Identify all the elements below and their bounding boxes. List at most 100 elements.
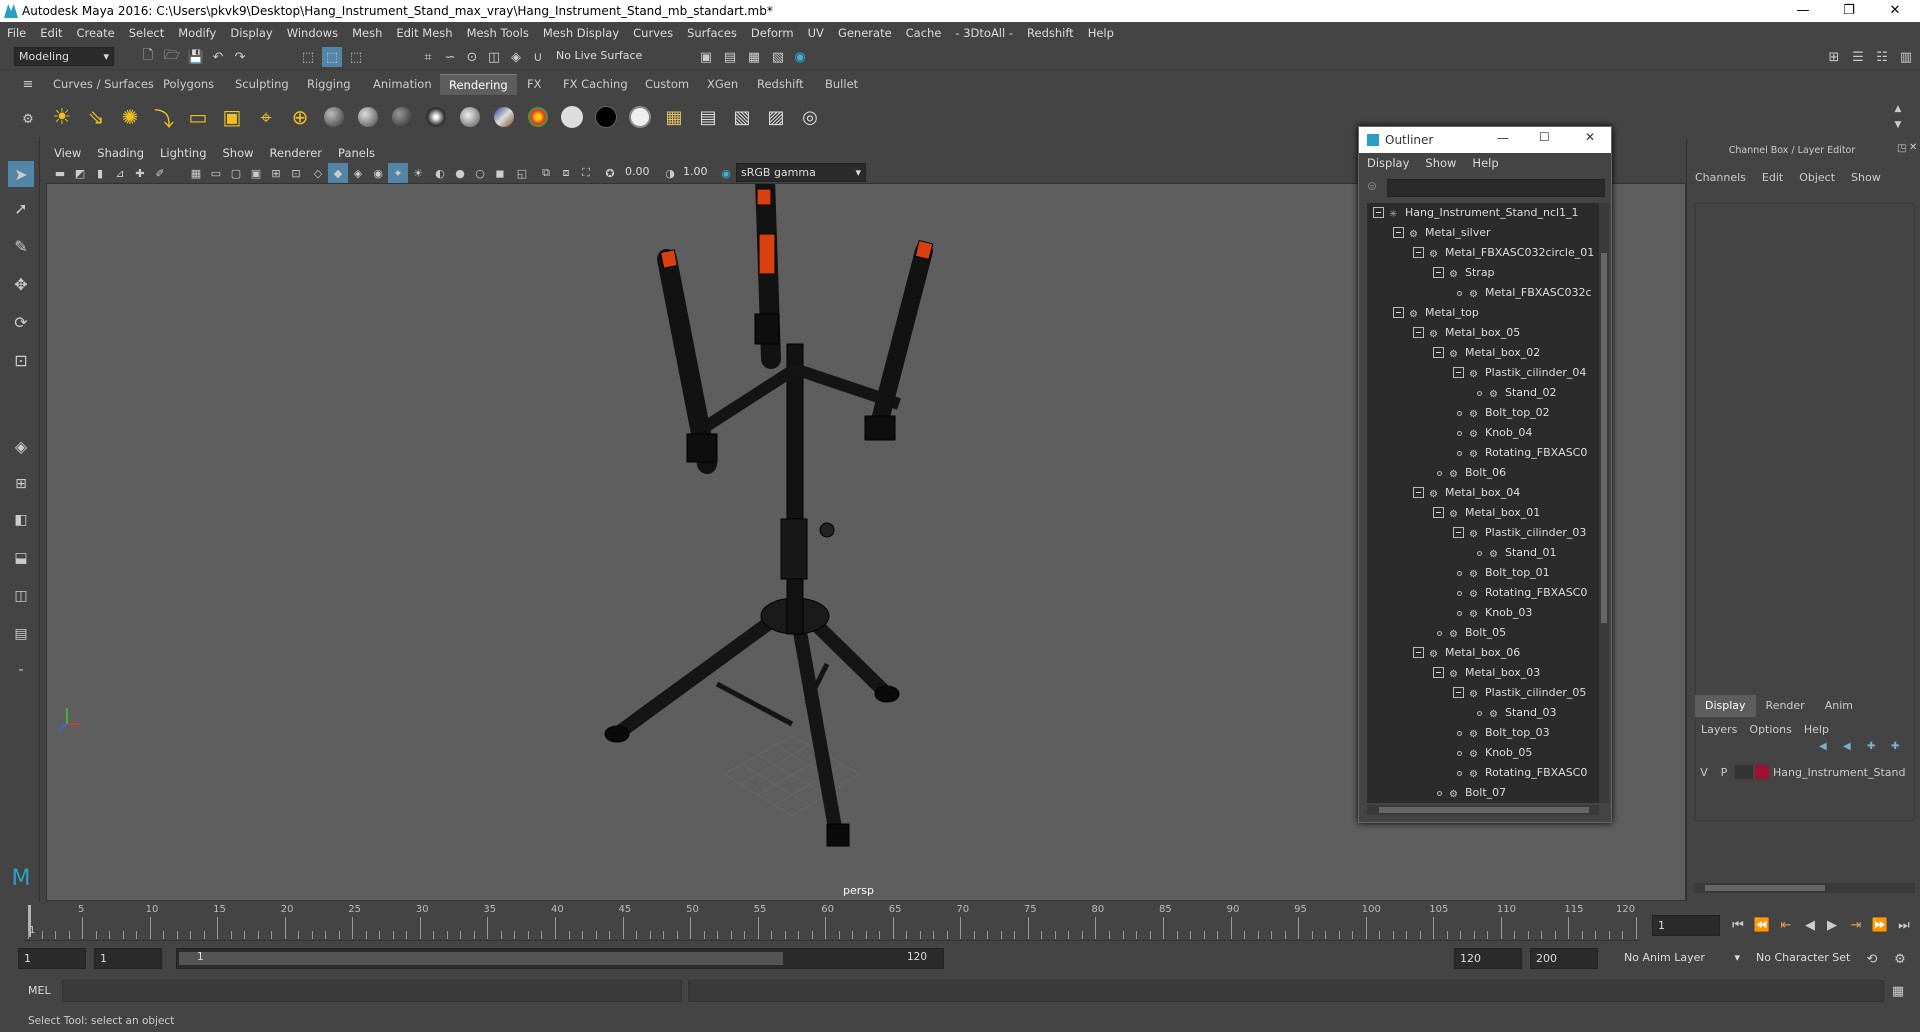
outliner-item[interactable]: ⚙ Metal_box_04 <box>1367 483 1599 503</box>
anti-aliasing-icon[interactable]: ◼ <box>490 163 510 183</box>
collapse-toggle-icon[interactable] <box>1373 207 1384 218</box>
playback-end-field[interactable]: 120 <box>1454 948 1522 969</box>
new-scene-icon[interactable]: 🗋 <box>138 47 158 67</box>
collapse-toggle-icon[interactable] <box>1453 367 1464 378</box>
layer-editor-scrollbar[interactable] <box>1695 883 1915 893</box>
single-perspective-layout-icon[interactable]: ◈ <box>8 433 34 459</box>
play-forwards-icon[interactable]: ▶ <box>1822 915 1842 935</box>
volume-light-icon[interactable]: ▣ <box>218 103 246 131</box>
menu-uv[interactable]: UV <box>801 26 831 40</box>
smooth-shade-icon[interactable]: ◆ <box>328 163 348 183</box>
outliner-item[interactable]: ⚙ Rotating_FBXASC0 <box>1367 583 1599 603</box>
outliner-item[interactable]: ⚙ Knob_04 <box>1367 423 1599 443</box>
channel-box-menu-show[interactable]: Show <box>1843 171 1889 184</box>
outliner-item[interactable]: ⚙ Metal_box_01 <box>1367 503 1599 523</box>
magnet-icon[interactable]: ∪ <box>528 47 548 67</box>
select-object-icon[interactable]: ⬚ <box>322 47 342 67</box>
layered-shader-icon[interactable] <box>524 103 552 131</box>
layer-playback-toggle[interactable]: P <box>1713 766 1735 779</box>
shelf-tab-bullet[interactable]: Bullet <box>816 74 867 95</box>
script-editor-icon[interactable]: ▦ <box>1888 981 1908 1001</box>
render-settings-shelf-icon[interactable]: ▧ <box>728 103 756 131</box>
shelf-tab-fx-caching[interactable]: FX Caching <box>554 74 637 95</box>
collapse-toggle-icon[interactable] <box>1413 247 1424 258</box>
step-forward-key-icon[interactable]: ⏩ <box>1870 915 1890 935</box>
snap-surface-icon[interactable]: ◈ <box>506 47 526 67</box>
outliner-hscroll-thumb[interactable] <box>1379 807 1589 813</box>
outliner-item[interactable]: ⚙ Metal_silver <box>1367 223 1599 243</box>
character-set-selector[interactable]: No Character Set <box>1752 949 1860 968</box>
outliner-item[interactable]: ⚙ Plastik_cilinder_05 <box>1367 683 1599 703</box>
channel-box-menu-object[interactable]: Object <box>1791 171 1843 184</box>
color-space-selector[interactable]: sRGB gamma ▾ <box>736 163 866 182</box>
anisotropic-material-icon[interactable] <box>456 103 484 131</box>
outliner-item[interactable]: ⚙ Strap <box>1367 263 1599 283</box>
camera-attributes-icon[interactable]: ◩ <box>70 163 90 183</box>
outliner-item[interactable]: ⚙ Knob_05 <box>1367 743 1599 763</box>
outliner-item[interactable]: ⚙ Bolt_06 <box>1367 463 1599 483</box>
snap-grid-icon[interactable]: ⌗ <box>418 47 438 67</box>
gamma-field[interactable]: 1.00 <box>678 163 714 182</box>
step-forward-frame-icon[interactable]: ⇥ <box>1846 915 1866 935</box>
viewport-menu-shading[interactable]: Shading <box>89 146 152 160</box>
gate-mask-icon[interactable]: ▣ <box>246 163 266 183</box>
color-management-icon[interactable]: ◉ <box>716 163 736 183</box>
menu-help[interactable]: Help <box>1081 26 1121 40</box>
scale-tool-icon[interactable]: ⊡ <box>8 347 34 373</box>
step-back-key-icon[interactable]: ⏪ <box>1752 915 1772 935</box>
anim-layer-selector[interactable]: No Anim Layer ▾ <box>1620 949 1744 968</box>
lambert-material-icon[interactable] <box>320 103 348 131</box>
layer-menu-help[interactable]: Help <box>1798 723 1835 736</box>
render-settings-icon[interactable]: ▧ <box>768 47 788 67</box>
outliner-item[interactable]: ⚙ Metal_FBXASC032circle_01 <box>1367 243 1599 263</box>
outliner-item[interactable]: ⚙ Bolt_top_01 <box>1367 563 1599 583</box>
film-gate-icon[interactable]: ▭ <box>206 163 226 183</box>
layer-menu-options[interactable]: Options <box>1743 723 1797 736</box>
play-backwards-icon[interactable]: ◀ <box>1800 915 1820 935</box>
outliner-item[interactable]: ⚙ Metal_box_02 <box>1367 343 1599 363</box>
collapse-toggle-icon[interactable] <box>1433 267 1444 278</box>
undo-icon[interactable]: ↶ <box>208 47 228 67</box>
go-to-start-icon[interactable]: ⏮ <box>1728 915 1748 935</box>
ramp-shader-icon[interactable] <box>490 103 518 131</box>
area-light-icon[interactable]: ▭ <box>184 103 212 131</box>
layer-menu-layers[interactable]: Layers <box>1695 723 1743 736</box>
menu-3dtoall[interactable]: - 3DtoAll - <box>948 26 1020 40</box>
mode-selector[interactable]: Modeling ▾ <box>14 47 114 66</box>
menu-surfaces[interactable]: Surfaces <box>680 26 744 40</box>
screen-space-ao-icon[interactable]: ● <box>450 163 470 183</box>
auto-key-icon[interactable]: ⟲ <box>1862 949 1882 969</box>
outliner-item[interactable]: ⚙ Metal_top <box>1367 303 1599 323</box>
animation-end-field[interactable]: 200 <box>1530 948 1598 969</box>
menu-deform[interactable]: Deform <box>744 26 801 40</box>
outliner-menu-help[interactable]: Help <box>1464 156 1506 170</box>
outliner-item[interactable]: ⚙ Bolt_05 <box>1367 623 1599 643</box>
layer-move-up-icon[interactable]: ◀ <box>1819 741 1827 752</box>
menu-cache[interactable]: Cache <box>899 26 949 40</box>
display-layer-row[interactable]: V P Hang_Instrument_Stand <box>1695 763 1915 781</box>
xray-components-icon[interactable]: ⧈ <box>556 163 576 183</box>
range-slider[interactable]: 1 120 <box>176 948 944 969</box>
camera-icon[interactable]: ⌖ <box>252 103 280 131</box>
move-tool-icon[interactable]: ✥ <box>8 271 34 297</box>
outliner-item[interactable]: ⚙ Bolt_top_03 <box>1367 723 1599 743</box>
isolate-select-icon[interactable]: ◱ <box>512 163 532 183</box>
outliner-item[interactable]: ⚙ Plastik_cilinder_04 <box>1367 363 1599 383</box>
shelf-menu-icon[interactable]: ≡ <box>18 74 38 94</box>
use-all-lights-icon[interactable]: ✦ <box>388 163 408 183</box>
render-frame-icon[interactable]: ▤ <box>720 47 740 67</box>
use-background-icon[interactable] <box>626 103 654 131</box>
select-hierarchy-icon[interactable]: ⬚ <box>298 47 318 67</box>
field-chart-icon[interactable]: ⊞ <box>266 163 286 183</box>
shelf-options-icon[interactable]: ⚙ <box>18 109 38 129</box>
layer-color-swatch[interactable] <box>1755 765 1769 779</box>
command-input[interactable] <box>62 980 682 1002</box>
outliner-item[interactable]: ⚙ Metal_FBXASC032c <box>1367 283 1599 303</box>
maya-home-icon[interactable]: M <box>6 863 36 893</box>
exposure-icon[interactable]: ✪ <box>600 163 620 183</box>
outliner-item[interactable]: ⚙ Bolt_top_02 <box>1367 403 1599 423</box>
surface-shader-icon[interactable] <box>422 103 450 131</box>
wireframe-icon[interactable]: ◇ <box>308 163 328 183</box>
shelf-tab-polygons[interactable]: Polygons <box>154 74 223 95</box>
directional-light-icon[interactable]: ⇘ <box>82 103 110 131</box>
